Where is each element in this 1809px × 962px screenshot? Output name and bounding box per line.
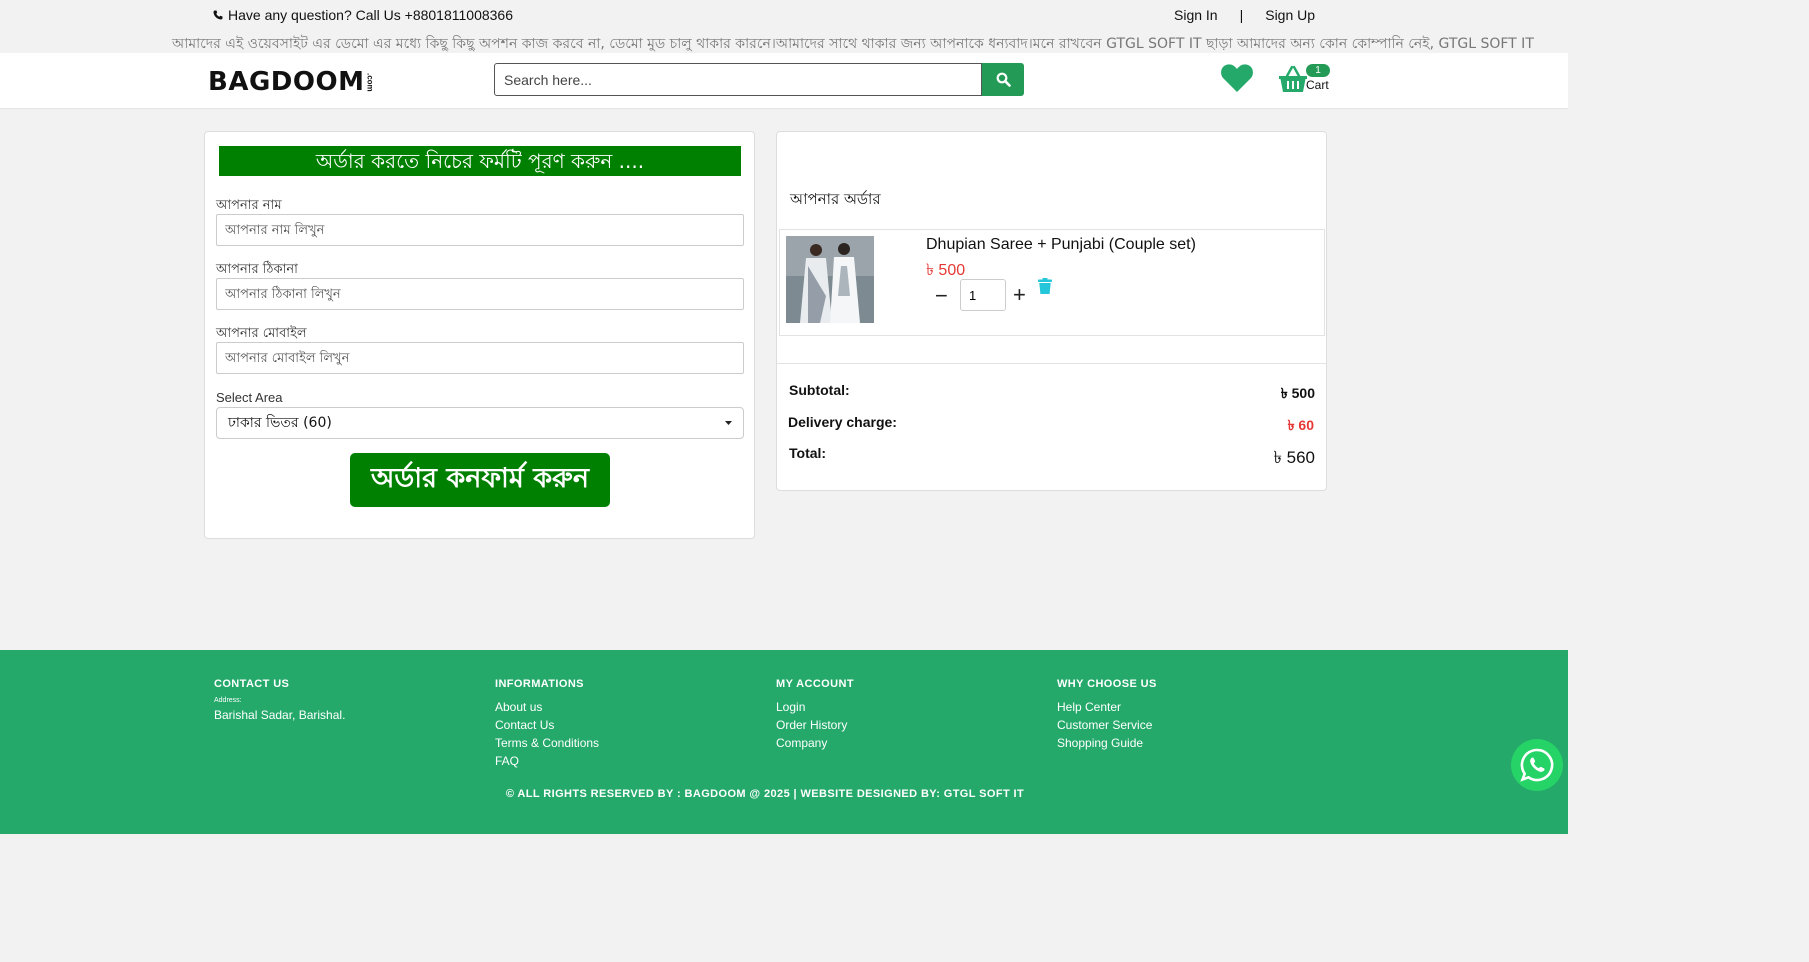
subtotal-label: Subtotal: (789, 382, 850, 398)
search-icon (996, 72, 1011, 87)
footer-account-title: MY ACCOUNT (776, 678, 854, 690)
footer-why: WHY CHOOSE US Help Center Customer Servi… (1057, 678, 1157, 752)
total-value: ৳ 560 (1273, 448, 1315, 467)
footer-link-terms[interactable]: Terms & Conditions (495, 734, 599, 752)
delivery-value: ৳ 60 (1287, 417, 1314, 433)
notice-marquee: আমাদের এই ওয়েবসাইট এর ডেমো এর মধ্যে কিছ… (0, 30, 1568, 52)
total-row: Total: ৳ 560 (789, 445, 1315, 473)
product-thumbnail[interactable] (786, 236, 874, 323)
delivery-row: Delivery charge: ৳ 60 (788, 414, 1314, 438)
area-select[interactable]: ঢাকার ভিতর (60) (216, 407, 744, 439)
footer-link-about[interactable]: About us (495, 698, 599, 716)
marquee-text: আমাদের এই ওয়েবসাইট এর ডেমো এর মধ্যে কিছ… (172, 36, 1534, 52)
footer-link-company[interactable]: Company (776, 734, 854, 752)
sign-in-link[interactable]: Sign In (1174, 7, 1218, 23)
order-summary: আপনার অর্ডার Dhupian Saree + Punjabi (Co… (776, 131, 1327, 491)
footer-link-contact[interactable]: Contact Us (495, 716, 599, 734)
quantity-input[interactable] (960, 279, 1006, 311)
site-header: BAGDOOM .com 1 Cart (0, 53, 1568, 109)
footer-contact: CONTACT US Address: Barishal Sadar, Bari… (214, 678, 345, 724)
phone-text: Have any question? Call Us +880181100836… (228, 7, 514, 23)
auth-links: Sign In | Sign Up (1174, 7, 1315, 23)
site-logo[interactable]: BAGDOOM .com (208, 66, 374, 98)
address-input[interactable] (216, 278, 744, 310)
logo-text: BAGDOOM (208, 67, 365, 97)
search-bar (494, 63, 1024, 96)
logo-suffix: .com (365, 72, 375, 92)
subtotal-value: ৳ 500 (1280, 385, 1315, 401)
decrease-qty-button[interactable]: − (935, 283, 948, 309)
basket-icon (1279, 65, 1307, 92)
footer-contact-title: CONTACT US (214, 678, 290, 690)
footer-account: MY ACCOUNT Login Order History Company (776, 678, 854, 752)
footer-link-help[interactable]: Help Center (1057, 698, 1157, 716)
name-input[interactable] (216, 214, 744, 246)
trash-icon (1038, 278, 1052, 294)
top-bar: Have any question? Call Us +880181100836… (0, 0, 1568, 53)
footer-link-guide[interactable]: Shopping Guide (1057, 734, 1157, 752)
product-name[interactable]: Dhupian Saree + Punjabi (Couple set) (926, 236, 1196, 254)
remove-item-button[interactable] (1038, 278, 1052, 299)
site-footer: CONTACT US Address: Barishal Sadar, Bari… (0, 650, 1568, 834)
footer-informations: INFORMATIONS About us Contact Us Terms &… (495, 678, 599, 770)
address-text: Barishal Sadar, Barishal. (214, 708, 346, 722)
copyright-text: © ALL RIGHTS RESERVED BY : BAGDOOM @ 202… (505, 788, 1025, 800)
summary-divider (777, 363, 1326, 364)
heart-icon (1221, 64, 1253, 92)
product-image (786, 236, 874, 323)
footer-link-order-history[interactable]: Order History (776, 716, 854, 734)
whatsapp-button[interactable] (1511, 739, 1563, 791)
cart-label: Cart (1306, 78, 1329, 92)
checkout-form: অর্ডার করতে নিচের ফর্মটি পূরণ করুন .... … (204, 131, 755, 539)
search-input[interactable] (494, 63, 982, 96)
subtotal-row: Subtotal: ৳ 500 (789, 382, 1315, 406)
area-selected-value: ঢাকার ভিতর (60) (228, 415, 332, 431)
phone-icon (213, 10, 223, 20)
form-title: অর্ডার করতে নিচের ফর্মটি পূরণ করুন .... (219, 146, 741, 176)
footer-link-login[interactable]: Login (776, 698, 854, 716)
order-heading: আপনার অর্ডার (790, 190, 881, 208)
footer-link-service[interactable]: Customer Service (1057, 716, 1157, 734)
whatsapp-icon (1520, 748, 1554, 782)
delivery-label: Delivery charge: (788, 414, 897, 430)
cart-button[interactable]: 1 Cart (1278, 63, 1332, 97)
cart-count-badge: 1 (1306, 64, 1330, 77)
caret-down-icon (725, 421, 732, 425)
footer-info-title: INFORMATIONS (495, 678, 584, 690)
mobile-input[interactable] (216, 342, 744, 374)
increase-qty-button[interactable]: + (1013, 282, 1026, 308)
contact-phone: Have any question? Call Us +880181100836… (213, 7, 513, 23)
address-label: Address: (214, 697, 242, 704)
wishlist-button[interactable] (1220, 63, 1254, 95)
total-label: Total: (789, 445, 827, 461)
footer-why-title: WHY CHOOSE US (1057, 678, 1157, 690)
confirm-order-button[interactable]: অর্ডার কনফার্ম করুন (350, 453, 610, 507)
cart-item: Dhupian Saree + Punjabi (Couple set) ৳ 5… (779, 229, 1325, 336)
footer-link-faq[interactable]: FAQ (495, 752, 599, 770)
area-label: Select Area (216, 390, 283, 405)
search-button[interactable] (982, 63, 1024, 96)
sign-up-link[interactable]: Sign Up (1265, 7, 1315, 23)
